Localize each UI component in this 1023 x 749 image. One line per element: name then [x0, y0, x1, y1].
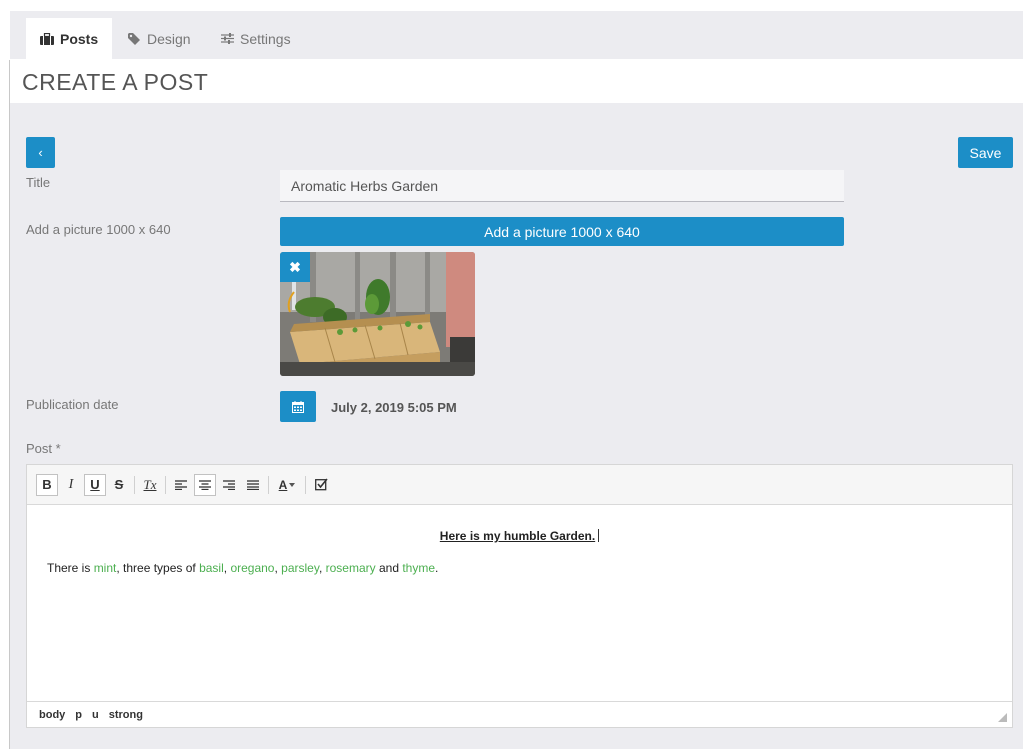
save-button[interactable]: Save — [958, 137, 1013, 168]
path-item-body[interactable]: body — [39, 709, 65, 721]
toolbar-separator — [165, 475, 166, 494]
add-picture-button[interactable]: Add a picture 1000 x 640 — [280, 217, 844, 246]
align-right-icon — [223, 479, 235, 490]
italic-button[interactable]: I — [60, 474, 82, 496]
text-color-button[interactable]: A — [273, 474, 301, 496]
path-item-u[interactable]: u — [92, 709, 99, 721]
page-title: CREATE A POST — [22, 69, 209, 95]
checkbox-icon — [314, 478, 328, 491]
herb-basil: basil — [199, 561, 224, 575]
picture-label: Add a picture 1000 x 640 — [26, 222, 171, 237]
tab-settings-label: Settings — [240, 30, 291, 47]
tag-icon — [128, 32, 140, 45]
post-paragraph: There is mint, three types of basil, ore… — [47, 561, 438, 575]
align-center-button[interactable] — [194, 473, 216, 496]
align-left-button[interactable] — [170, 474, 192, 496]
tab-design-label: Design — [147, 30, 191, 47]
calendar-icon — [292, 400, 304, 413]
strike-glyph: S — [114, 477, 124, 492]
tab-design[interactable]: Design — [114, 18, 205, 59]
remove-picture-button[interactable]: ✖ — [280, 252, 310, 282]
post-heading: Here is my humble Garden. — [27, 529, 1012, 543]
element-path-bar: body p u strong — [27, 701, 1012, 727]
editor-toolbar: B I U S Tx A — [27, 465, 1012, 505]
para-text: There is — [47, 561, 94, 575]
briefcase-icon — [40, 32, 54, 45]
herb-mint: mint — [93, 561, 117, 575]
title-input[interactable] — [280, 170, 844, 202]
publication-date-value: July 2, 2019 5:05 PM — [331, 400, 457, 415]
toolbar-separator — [268, 475, 269, 494]
post-heading-text: Here is my humble Garden. — [439, 529, 596, 543]
para-text: , three types of — [116, 561, 200, 575]
tab-settings[interactable]: Settings — [207, 18, 305, 59]
para-text: , — [318, 561, 326, 575]
align-justify-button[interactable] — [242, 474, 264, 496]
clear-format-button[interactable]: Tx — [139, 474, 161, 496]
tab-bar: Posts Design Settings — [10, 11, 1023, 59]
form-panel: ‹ Save Title Add a picture 1000 x 640 Ad… — [10, 103, 1023, 749]
align-center-icon — [199, 479, 211, 490]
checklist-button[interactable] — [310, 474, 332, 496]
path-item-strong[interactable]: strong — [109, 709, 143, 721]
align-left-icon — [175, 479, 187, 490]
toolbar-separator — [134, 475, 135, 494]
bold-button[interactable]: B — [36, 473, 58, 496]
herb-thyme: thyme — [402, 561, 436, 575]
herb-parsley: parsley — [281, 561, 319, 575]
chevron-down-icon — [289, 482, 296, 487]
para-text: . — [435, 561, 439, 575]
italic-glyph: I — [68, 476, 74, 492]
herb-rosemary: rosemary — [325, 561, 376, 575]
text-caret — [598, 529, 600, 542]
date-label: Publication date — [26, 397, 119, 412]
path-item-p[interactable]: p — [75, 709, 82, 721]
para-text: and — [375, 561, 403, 575]
strikethrough-button[interactable]: S — [108, 474, 130, 496]
tab-posts[interactable]: Posts — [26, 18, 113, 59]
tab-posts-label: Posts — [60, 30, 99, 47]
herb-oregano: oregano — [230, 561, 275, 575]
back-button[interactable]: ‹ — [26, 137, 55, 168]
title-label: Title — [26, 175, 51, 190]
resize-handle-icon[interactable] — [998, 713, 1007, 722]
post-label: Post * — [26, 441, 61, 456]
underline-glyph: U — [90, 477, 100, 492]
clear-format-glyph: Tx — [143, 476, 157, 492]
bold-glyph: B — [42, 477, 52, 492]
align-right-button[interactable] — [218, 474, 240, 496]
rich-text-editor: B I U S Tx A Here is my humble Garden. T… — [26, 464, 1013, 728]
underline-button[interactable]: U — [84, 473, 106, 496]
sliders-icon — [221, 33, 234, 44]
text-color-glyph: A — [278, 477, 288, 492]
align-justify-icon — [247, 479, 259, 490]
editor-content[interactable]: Here is my humble Garden. There is mint,… — [27, 505, 1012, 701]
garden-photo: ✖ — [280, 252, 475, 376]
toolbar-separator — [305, 475, 306, 494]
date-picker-button[interactable] — [280, 391, 316, 422]
